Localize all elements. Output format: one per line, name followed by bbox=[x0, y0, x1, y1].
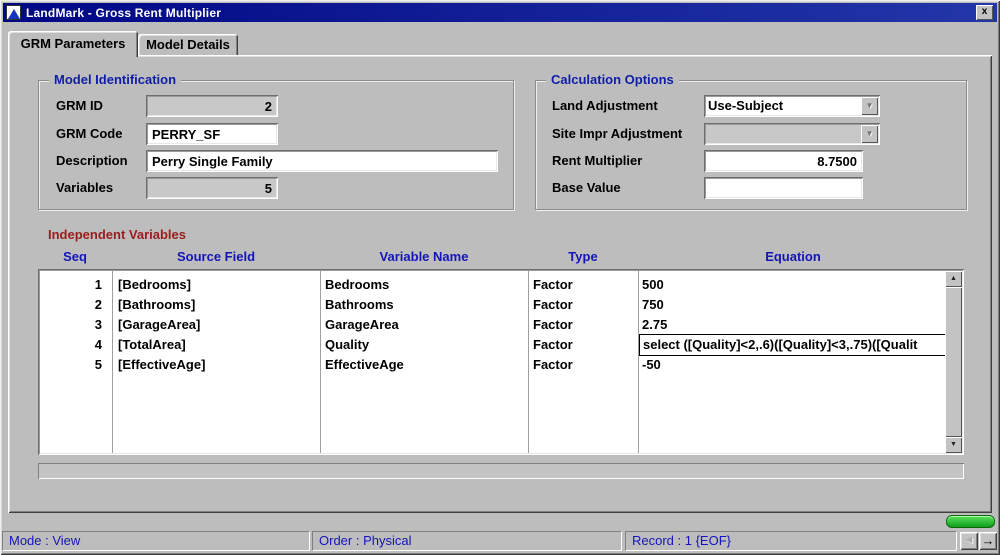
cell-seq: 2 bbox=[94, 297, 102, 312]
grid-inner: 1 [Bedrooms] Bedrooms Factor 500 2 [Bath… bbox=[40, 271, 962, 453]
land-adjustment-value: Use-Subject bbox=[708, 98, 784, 113]
scroll-down-icon[interactable]: ▼ bbox=[945, 437, 962, 453]
description-field[interactable] bbox=[146, 150, 498, 172]
column-header-type: Type bbox=[568, 249, 598, 264]
message-strip bbox=[38, 463, 964, 479]
title-bar[interactable]: LandMark - Gross Rent Multiplier x bbox=[3, 3, 997, 22]
group-title-calculation-options: Calculation Options bbox=[546, 72, 679, 87]
status-record: Record : 1 {EOF} bbox=[625, 531, 957, 551]
nav-previous-button[interactable]: ◄ bbox=[960, 532, 978, 550]
cell-type: Factor bbox=[533, 297, 573, 312]
grm-code-label: GRM Code bbox=[56, 126, 123, 141]
grm-id-label: GRM ID bbox=[56, 98, 103, 113]
scrollbar-thumb[interactable] bbox=[945, 287, 962, 437]
window-title: LandMark - Gross Rent Multiplier bbox=[26, 5, 222, 20]
independent-variables-grid: 1 [Bedrooms] Bedrooms Factor 500 2 [Bath… bbox=[38, 269, 964, 455]
status-order: Order : Physical bbox=[312, 531, 622, 551]
cell-type: Factor bbox=[533, 357, 573, 372]
land-adjustment-dropdown[interactable]: Use-Subject ▼ bbox=[704, 95, 880, 117]
cell-variable-name: Bedrooms bbox=[325, 277, 390, 292]
cell-source-field: [Bedrooms] bbox=[118, 277, 191, 292]
cell-seq: 4 bbox=[94, 337, 102, 352]
table-row[interactable]: 1 [Bedrooms] Bedrooms Factor 500 bbox=[40, 275, 945, 295]
cell-equation: 500 bbox=[642, 277, 664, 292]
rent-multiplier-label: Rent Multiplier bbox=[552, 153, 643, 168]
cell-source-field: [GarageArea] bbox=[118, 317, 201, 332]
scroll-up-icon[interactable]: ▲ bbox=[945, 271, 962, 287]
cell-source-field: [EffectiveAge] bbox=[118, 357, 206, 372]
column-header-source-field: Source Field bbox=[176, 249, 256, 264]
base-value-label: Base Value bbox=[552, 180, 621, 195]
column-header-equation: Equation bbox=[765, 249, 821, 264]
group-model-identification: Model Identification GRM ID GRM Code Des… bbox=[38, 72, 514, 210]
status-indicator bbox=[946, 515, 995, 528]
cell-variable-name: GarageArea bbox=[325, 317, 399, 332]
column-header-seq: Seq bbox=[63, 249, 87, 264]
cell-seq: 5 bbox=[94, 357, 102, 372]
cell-equation-focused[interactable]: select ([Quality]<2,.6)([Quality]<3,.75)… bbox=[639, 334, 948, 356]
cell-seq: 1 bbox=[94, 277, 102, 292]
nav-next-button[interactable]: → bbox=[979, 532, 997, 550]
app-icon bbox=[6, 5, 21, 20]
cell-variable-name: Bathrooms bbox=[325, 297, 394, 312]
table-row[interactable]: 4 [TotalArea] Quality Factor select ([Qu… bbox=[40, 334, 948, 356]
description-label: Description bbox=[56, 153, 128, 168]
grm-id-field[interactable] bbox=[146, 95, 278, 117]
cell-variable-name: Quality bbox=[325, 337, 370, 352]
grm-code-field[interactable] bbox=[146, 123, 278, 145]
rent-multiplier-field[interactable] bbox=[704, 150, 863, 172]
cell-type: Factor bbox=[533, 337, 573, 352]
cell-equation: -50 bbox=[642, 357, 661, 372]
group-calculation-options: Calculation Options Land Adjustment Use-… bbox=[535, 72, 967, 210]
independent-variables-title: Independent Variables bbox=[48, 227, 186, 242]
cell-source-field: [Bathrooms] bbox=[118, 297, 196, 312]
tab-grm-parameters[interactable]: GRM Parameters bbox=[8, 31, 138, 57]
cell-source-field: [TotalArea] bbox=[118, 337, 186, 352]
column-header-variable-name: Variable Name bbox=[379, 249, 469, 264]
site-impr-adjustment-dropdown[interactable]: ▼ bbox=[704, 123, 880, 145]
chevron-down-icon[interactable]: ▼ bbox=[861, 125, 878, 143]
cell-equation: 750 bbox=[642, 297, 664, 312]
cell-seq: 3 bbox=[94, 317, 102, 332]
group-title-model-identification: Model Identification bbox=[49, 72, 182, 87]
variables-field[interactable] bbox=[146, 177, 278, 199]
status-mode: Mode : View bbox=[2, 531, 310, 551]
variables-label: Variables bbox=[56, 180, 114, 195]
land-adjustment-label: Land Adjustment bbox=[552, 98, 658, 113]
cell-type: Factor bbox=[533, 277, 573, 292]
table-row[interactable]: 3 [GarageArea] GarageArea Factor 2.75 bbox=[40, 315, 945, 335]
vertical-scrollbar[interactable]: ▲ ▼ bbox=[945, 271, 962, 453]
table-row[interactable]: 2 [Bathrooms] Bathrooms Factor 750 bbox=[40, 295, 945, 315]
base-value-field[interactable] bbox=[704, 177, 863, 199]
app-window: LandMark - Gross Rent Multiplier x GRM P… bbox=[0, 0, 1000, 555]
cell-type: Factor bbox=[533, 317, 573, 332]
close-button[interactable]: x bbox=[976, 5, 993, 20]
tab-page-panel: Model Identification GRM ID GRM Code Des… bbox=[8, 55, 992, 513]
chevron-down-icon[interactable]: ▼ bbox=[861, 97, 878, 115]
table-row[interactable]: 5 [EffectiveAge] EffectiveAge Factor -50 bbox=[40, 355, 945, 375]
cell-equation: 2.75 bbox=[642, 317, 668, 332]
tab-model-details[interactable]: Model Details bbox=[138, 34, 238, 55]
cell-variable-name: EffectiveAge bbox=[325, 357, 404, 372]
site-impr-adjustment-label: Site Impr Adjustment bbox=[552, 126, 683, 141]
